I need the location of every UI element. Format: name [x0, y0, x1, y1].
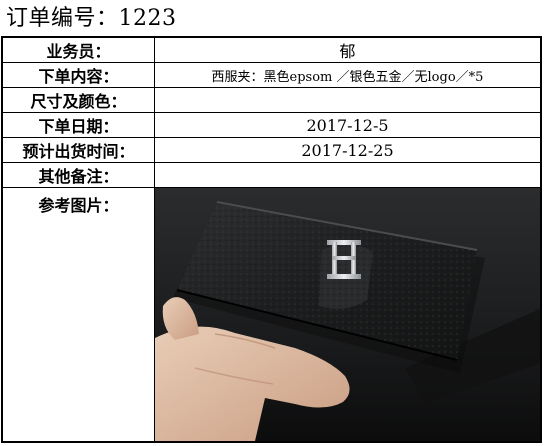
row-size-color: 尺寸及颜色：: [3, 88, 540, 113]
order-title: 订单编号：1223: [6, 6, 177, 31]
order-content-value: 西服夹：黑色epsom ／银色五金／无logo／*5: [211, 69, 484, 85]
notes-value: [155, 163, 540, 187]
salesperson-label: 业务员：: [3, 38, 155, 62]
row-salesperson: 业务员： 郁: [3, 38, 540, 63]
notes-label: 其他备注：: [3, 163, 155, 187]
order-content-label: 下单内容：: [3, 63, 155, 87]
order-sheet: 订单编号：1223 业务员： 郁 下单内容： 西服夹：黑色epsom ／银色五金…: [0, 0, 545, 446]
row-order-date: 下单日期： 2017-12-5: [3, 113, 540, 138]
order-table: 业务员： 郁 下单内容： 西服夹：黑色epsom ／银色五金／无logo／*5 …: [1, 36, 542, 443]
order-date-value: 2017-12-5: [306, 115, 389, 135]
size-color-value: [155, 88, 540, 112]
row-reference-image: 参考图片：: [3, 188, 540, 441]
row-order-content: 下单内容： 西服夹：黑色epsom ／银色五金／无logo／*5: [3, 63, 540, 88]
wallet-photo-illustration: [155, 188, 540, 441]
order-date-label: 下单日期：: [3, 113, 155, 137]
reference-image-label: 参考图片：: [3, 188, 155, 441]
reference-photo: [155, 188, 540, 441]
salesperson-value: 郁: [339, 42, 356, 61]
size-color-label: 尺寸及颜色：: [3, 88, 155, 112]
row-ship-date: 预计出货时间： 2017-12-25: [3, 138, 540, 163]
ship-date-value: 2017-12-25: [301, 140, 394, 160]
ship-date-label: 预计出货时间：: [3, 138, 155, 162]
row-notes: 其他备注：: [3, 163, 540, 188]
